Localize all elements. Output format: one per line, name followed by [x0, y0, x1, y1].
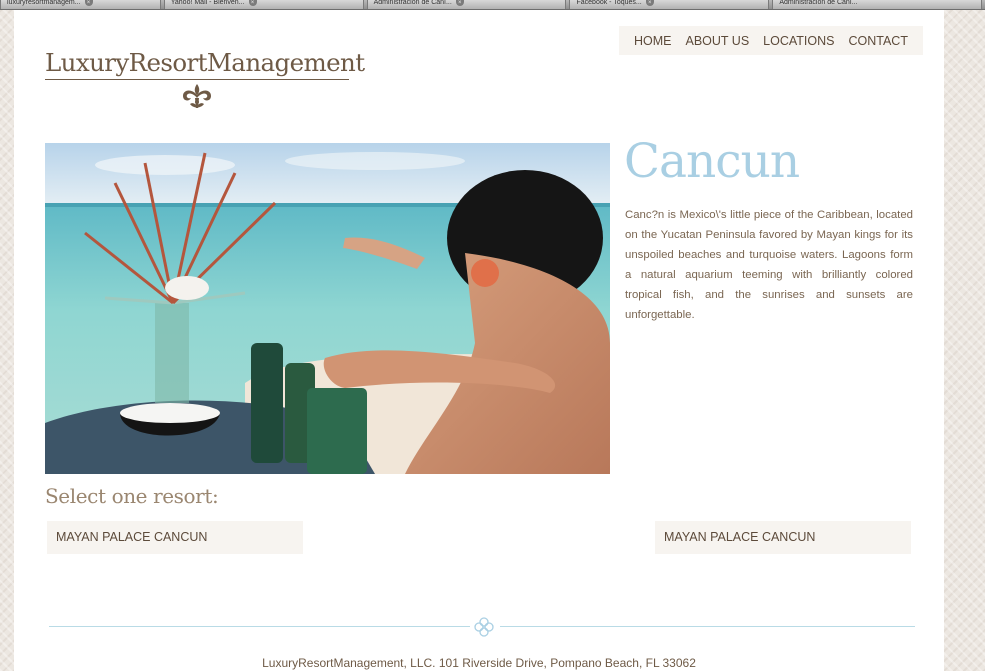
close-icon[interactable]: ×: [248, 0, 257, 6]
browser-tab[interactable]: Facebook - Toques... ×: [569, 0, 770, 9]
tab-label: Yahoo! Mail - Bienven...: [170, 0, 245, 6]
nav-locations[interactable]: LOCATIONS: [763, 34, 834, 48]
close-icon[interactable]: ×: [645, 0, 654, 6]
nav-about-us[interactable]: ABOUT US: [686, 34, 750, 48]
site-logo[interactable]: LuxuryResortManagement: [45, 48, 365, 110]
footer-divider: [49, 626, 470, 627]
page-container: LuxuryResortManagement HOME ABOUT US LOC…: [14, 10, 944, 671]
main-nav: HOME ABOUT US LOCATIONS CONTACT: [619, 26, 923, 55]
close-icon[interactable]: ×: [84, 0, 93, 6]
location-description: Canc?n is Mexico\'s little piece of the …: [625, 209, 913, 321]
logo-text: LuxuryResortManagement: [45, 48, 365, 77]
tab-label: luxuryresortmanagem...: [7, 0, 81, 6]
nav-contact[interactable]: CONTACT: [848, 34, 908, 48]
fleur-ornament-icon: [183, 84, 211, 108]
hero-image: [45, 143, 610, 474]
footer-address: LuxuryResortManagement, LLC. 101 Riversi…: [262, 656, 696, 670]
footer-divider: [500, 626, 915, 627]
select-resort-heading: Select one resort:: [45, 484, 219, 508]
resort-link-mayan-palace-cancun[interactable]: MAYAN PALACE CANCUN: [47, 521, 303, 554]
browser-tab-strip: luxuryresortmanagem... × Yahoo! Mail - Bi…: [0, 0, 985, 10]
logo-underline: [45, 79, 349, 80]
browser-tab[interactable]: luxuryresortmanagem... ×: [0, 0, 161, 9]
tab-label: Administración de Caní...: [779, 0, 858, 6]
resort-link-mayan-palace-cancun[interactable]: MAYAN PALACE CANCUN: [655, 521, 911, 554]
browser-tab[interactable]: Yahoo! Mail - Bienven... ×: [163, 0, 364, 9]
tab-label: Facebook - Toques...: [576, 0, 642, 6]
browser-tab[interactable]: Administración de Caní...: [772, 0, 983, 9]
footer-ornament-icon: [474, 617, 494, 637]
tab-label: Administración de Caní...: [373, 0, 452, 6]
browser-tab[interactable]: Administración de Caní... ×: [366, 0, 567, 9]
location-title: Cancun: [624, 134, 800, 189]
nav-home[interactable]: HOME: [634, 34, 672, 48]
close-icon[interactable]: ×: [455, 0, 464, 6]
